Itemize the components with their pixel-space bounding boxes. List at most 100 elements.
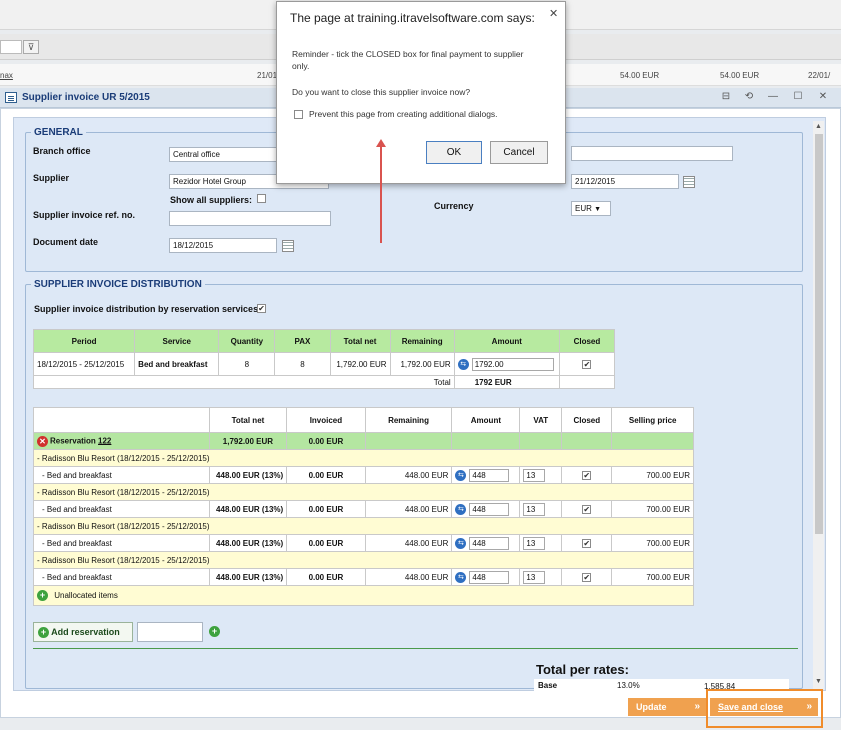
service-name: - Bed and breakfast [33, 568, 210, 586]
transfer-icon[interactable]: ⇆ [455, 571, 467, 583]
refresh-icon[interactable]: ⟲ [743, 91, 755, 103]
window-title: Supplier invoice UR 5/2015 [22, 92, 150, 103]
maximize-icon[interactable]: ☐ [792, 91, 804, 103]
cancel-button[interactable]: Cancel [490, 141, 548, 164]
hotel-row: - Radisson Blu Resort (18/12/2015 - 25/1… [33, 483, 694, 501]
minimize-icon[interactable]: — [767, 91, 779, 103]
distribution-by-services-checkbox[interactable]: ✔ [257, 304, 266, 313]
quantity-cell: 8 [218, 352, 276, 376]
vat-input[interactable]: 13 [523, 536, 546, 550]
reservation-link[interactable]: 122 [98, 436, 111, 445]
service-name: - Bed and breakfast [33, 466, 210, 484]
closed-checkbox[interactable]: ✔ [582, 572, 592, 582]
background-cell: nax [0, 71, 13, 80]
hotel-row: - Radisson Blu Resort (18/12/2015 - 25/1… [33, 517, 694, 535]
transfer-icon[interactable]: ⇆ [455, 469, 467, 481]
column-header: Total net [208, 407, 288, 433]
background-cell: 21/01 [257, 71, 278, 80]
filter-icon[interactable]: ⊽ [23, 40, 39, 54]
amount-input[interactable]: 448 [469, 502, 510, 516]
close-icon[interactable]: ✕ [817, 91, 829, 103]
currency-label: Currency [434, 201, 474, 211]
dialog-title: The page at training.itravelsoftware.com… [290, 11, 535, 25]
vat-input[interactable]: 13 [523, 570, 546, 584]
due-date-field[interactable]: 21/12/2015 [571, 174, 679, 189]
double-chevron-right-icon: » [694, 701, 700, 712]
scroll-up-icon[interactable]: ▲ [813, 123, 824, 130]
service-remaining: 448.00 EUR [364, 534, 453, 552]
column-header: Period [32, 329, 136, 353]
prevent-dialogs-checkbox[interactable] [294, 110, 303, 119]
reservation-label: Reservation [50, 436, 96, 446]
service-remaining: 448.00 EUR [364, 466, 453, 484]
supplier-ref-field[interactable] [169, 211, 331, 226]
vat-input[interactable]: 13 [523, 468, 546, 482]
amount-input[interactable]: 448 [469, 570, 510, 584]
column-header: Total net [329, 329, 391, 353]
service-invoiced: 0.00 EUR [286, 568, 366, 586]
closed-checkbox[interactable]: ✔ [582, 504, 592, 514]
period-cell: 18/12/2015 - 25/12/2015 [32, 352, 136, 376]
calendar-icon[interactable] [683, 176, 695, 188]
column-header: Amount [453, 329, 560, 353]
close-icon[interactable]: ✕ [549, 7, 558, 20]
remove-icon[interactable]: ✕ [37, 435, 48, 447]
calendar-icon[interactable] [282, 240, 294, 252]
show-all-suppliers-checkbox[interactable] [257, 194, 266, 203]
reservation-number-input[interactable] [137, 622, 203, 642]
unallocated-label[interactable]: Unallocated items [54, 591, 118, 600]
total-net-cell: 1,792.00 EUR [329, 352, 391, 376]
right-top-field[interactable] [571, 146, 733, 161]
column-header: Invoiced [286, 407, 366, 433]
column-header: PAX [274, 329, 331, 353]
column-header: Amount [451, 407, 521, 433]
service-row: - Bed and breakfast 448.00 EUR (13%) 0.0… [33, 466, 694, 484]
background-cell: 54.00 EUR [620, 71, 660, 80]
document-date-field[interactable]: 18/12/2015 [169, 238, 277, 253]
add-icon[interactable]: + [37, 590, 48, 601]
service-row: - Bed and breakfast 448.00 EUR (13%) 0.0… [33, 500, 694, 518]
column-header: Service [134, 329, 220, 353]
supplier-ref-label: Supplier invoice ref. no. [33, 210, 136, 220]
ok-button[interactable]: OK [426, 141, 482, 164]
reservation-invoiced: 0.00 EUR [286, 432, 366, 450]
column-header: VAT [519, 407, 563, 433]
pin-icon[interactable]: ⊟ [720, 91, 732, 103]
closed-checkbox[interactable]: ✔ [582, 470, 592, 480]
background-filter-input[interactable] [0, 40, 22, 54]
add-reservation-button[interactable]: + Add reservation [33, 622, 133, 642]
add-icon[interactable]: + [209, 626, 220, 638]
update-button[interactable]: Update » [628, 698, 706, 716]
reservation-row: ✕ Reservation 122 1,792.00 EUR 0.00 EUR [33, 432, 694, 450]
service-distribution-table: Period Service Quantity PAX Total net Re… [32, 329, 616, 389]
service-total-net: 448.00 EUR (13%) [208, 466, 288, 484]
branch-office-field[interactable]: Central office [169, 147, 281, 162]
selling-price: 700.00 EUR [611, 466, 694, 484]
currency-select[interactable]: EUR ▼ [571, 201, 611, 216]
hotel-cell: - Radisson Blu Resort (18/12/2015 - 25/1… [33, 517, 694, 535]
document-date-label: Document date [33, 237, 99, 247]
background-cell: 54.00 EUR [720, 71, 760, 80]
reservation-total-net: 1,792.00 EUR [208, 432, 288, 450]
transfer-icon[interactable]: ⇆ [457, 358, 469, 370]
dialog-question-text: Do you want to close this supplier invoi… [292, 87, 471, 97]
amount-input[interactable]: 448 [469, 536, 510, 550]
selling-price: 700.00 EUR [611, 568, 694, 586]
highlight-box [706, 689, 823, 728]
scrollbar-thumb[interactable] [815, 134, 823, 534]
add-reservation-label: Add reservation [51, 627, 120, 637]
column-header: Remaining [364, 407, 453, 433]
transfer-icon[interactable]: ⇆ [455, 537, 467, 549]
amount-cell: ⇆ 1792.00 [453, 352, 560, 376]
transfer-icon[interactable]: ⇆ [455, 503, 467, 515]
vat-input[interactable]: 13 [523, 502, 546, 516]
amount-input[interactable]: 1792.00 [471, 357, 554, 371]
prevent-dialogs-label[interactable]: Prevent this page from creating addition… [309, 108, 569, 120]
amount-input[interactable]: 448 [469, 468, 510, 482]
closed-checkbox[interactable]: ✔ [582, 359, 592, 369]
hotel-row: - Radisson Blu Resort (18/12/2015 - 25/1… [33, 449, 694, 467]
closed-checkbox[interactable]: ✔ [582, 538, 592, 548]
scroll-down-icon[interactable]: ▼ [813, 678, 824, 685]
service-remaining: 448.00 EUR [364, 568, 453, 586]
general-legend: GENERAL [34, 127, 83, 138]
